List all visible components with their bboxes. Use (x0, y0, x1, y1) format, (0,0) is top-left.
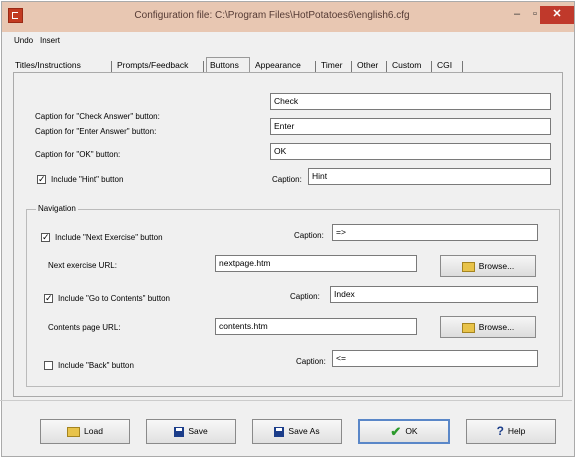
folder-icon (461, 261, 475, 272)
save-icon (174, 426, 185, 437)
contents-checkbox[interactable] (44, 292, 53, 304)
hint-checkbox-label: Include "Hint" button (51, 175, 124, 184)
check-caption-label: Caption for "Check Answer" button: (35, 112, 160, 121)
bottom-button-bar: Load Save Save As ✔ OK ? Help (0, 400, 572, 455)
load-label: Load (84, 426, 103, 436)
save-as-button[interactable]: Save As (252, 419, 342, 444)
enter-caption-label: Caption for "Enter Answer" button: (35, 127, 157, 136)
help-icon: ? (496, 424, 504, 439)
contents-caption-label: Caption: (290, 292, 320, 301)
contents-caption-input[interactable]: Index (330, 286, 538, 303)
hint-caption-label: Caption: (272, 175, 302, 184)
browse-contents-button[interactable]: Browse... (440, 316, 536, 338)
folder-icon (67, 426, 81, 437)
back-checkbox-label: Include "Back" button (58, 361, 134, 370)
help-label: Help (507, 426, 526, 436)
contents-checkbox-label: Include "Go to Contents" button (58, 294, 170, 303)
hint-checkbox[interactable] (37, 173, 46, 185)
browse-next-label: Browse... (478, 261, 515, 271)
menu-insert[interactable]: Insert (40, 36, 60, 45)
back-caption-input[interactable]: <= (332, 350, 538, 367)
browse-contents-label: Browse... (478, 322, 515, 332)
folder-icon (461, 322, 475, 333)
next-exercise-checkbox[interactable] (41, 231, 50, 243)
checkmark-icon: ✔ (390, 424, 402, 440)
next-url-input[interactable]: nextpage.htm (215, 255, 417, 272)
ok-caption-input[interactable]: OK (270, 143, 551, 160)
app-icon (8, 8, 23, 23)
contents-url-label: Contents page URL: (48, 323, 121, 332)
close-button[interactable]: ✕ (540, 6, 574, 24)
load-button[interactable]: Load (40, 419, 130, 444)
title-bar: Configuration file: C:\Program Files\Hot… (2, 2, 574, 32)
browse-next-button[interactable]: Browse... (440, 255, 536, 277)
next-caption-label: Caption: (294, 231, 324, 240)
ok-caption-label: Caption for "OK" button: (35, 150, 121, 159)
save-label: Save (188, 426, 208, 436)
minimize-button[interactable]: – (508, 6, 526, 24)
next-caption-input[interactable]: => (332, 224, 538, 241)
window-title: Configuration file: C:\Program Files\Hot… (134, 10, 410, 21)
check-caption-input[interactable]: Check (270, 93, 551, 110)
contents-url-input[interactable]: contents.htm (215, 318, 417, 335)
help-button[interactable]: ? Help (466, 419, 556, 444)
navigation-group-title: Navigation (36, 204, 78, 213)
ok-button[interactable]: ✔ OK (358, 419, 450, 444)
save-button[interactable]: Save (146, 419, 236, 444)
next-url-label: Next exercise URL: (48, 261, 117, 270)
hint-caption-input[interactable]: Hint (308, 168, 551, 185)
next-exercise-checkbox-label: Include "Next Exercise" button (55, 233, 163, 242)
enter-caption-input[interactable]: Enter (270, 118, 551, 135)
save-as-icon (274, 426, 285, 437)
save-as-label: Save As (288, 426, 320, 436)
menu-undo[interactable]: Undo (14, 36, 33, 45)
back-checkbox[interactable] (44, 361, 53, 370)
back-caption-label: Caption: (296, 357, 326, 366)
ok-label: OK (405, 426, 418, 436)
